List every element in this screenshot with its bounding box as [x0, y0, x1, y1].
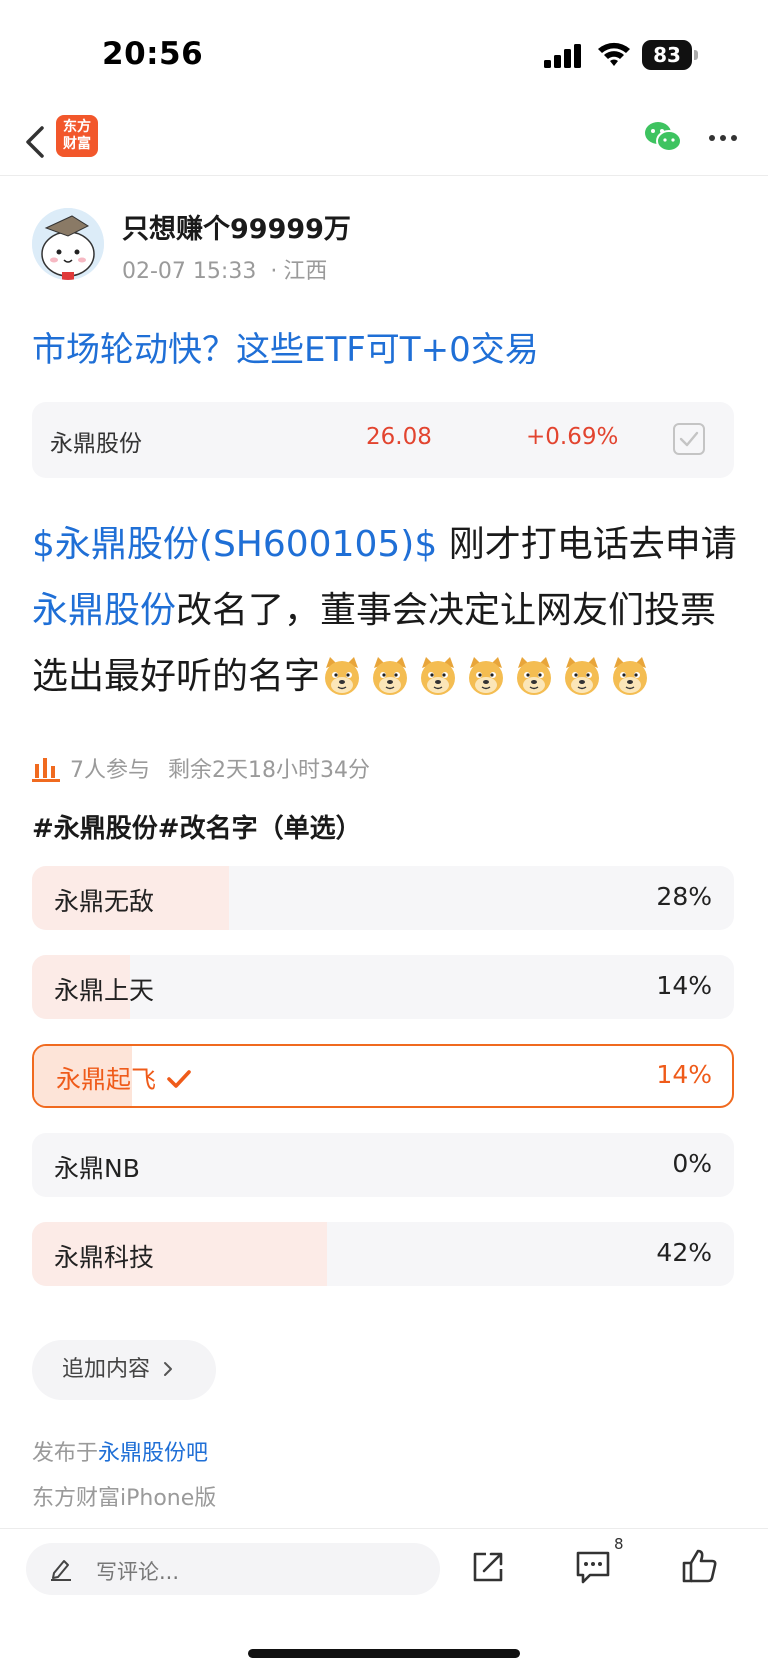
poll-meta: 7人参与 剩余2天18小时34分 — [32, 752, 370, 783]
stock-name: 永鼎股份 — [50, 431, 142, 457]
poll-option-label: 永鼎NB — [54, 1154, 140, 1183]
poll-option-label-text: 永鼎起飞 — [56, 1065, 157, 1094]
comment-placeholder: 写评论... — [96, 1560, 180, 1584]
doge-emoji — [320, 654, 364, 698]
poll-option[interactable]: 永鼎科技 42% — [32, 1222, 734, 1286]
poll-option-percent: 28% — [656, 882, 712, 911]
share-icon[interactable] — [470, 1549, 506, 1585]
comment-input[interactable]: 写评论... — [26, 1543, 440, 1595]
forum-link[interactable]: 永鼎股份吧 — [98, 1441, 208, 1466]
comment-icon[interactable] — [574, 1549, 612, 1585]
status-time: 20:56 — [102, 36, 204, 72]
chevron-right-icon — [164, 1362, 173, 1376]
poll-option[interactable]: 永鼎无敌 28% — [32, 866, 734, 930]
avatar[interactable] — [32, 208, 104, 280]
back-icon[interactable] — [22, 120, 50, 164]
check-icon — [167, 1070, 191, 1088]
battery-icon: 83 — [642, 40, 698, 70]
doge-emoji — [512, 654, 556, 698]
doge-emoji — [368, 654, 412, 698]
app-logo: 东方 财富 — [56, 115, 98, 157]
doge-emoji — [608, 654, 652, 698]
poll-option[interactable]: 永鼎上天 14% — [32, 955, 734, 1019]
doge-emoji — [560, 654, 604, 698]
bars-icon — [32, 758, 60, 782]
battery-level: 83 — [642, 40, 692, 70]
logo-text-line1: 东方 — [63, 119, 91, 135]
home-indicator — [248, 1649, 520, 1658]
stock-tag-link[interactable]: $永鼎股份(SH600105)$ — [32, 524, 437, 565]
post-location: 江西 — [283, 259, 328, 284]
comment-count: 8 — [614, 1535, 624, 1553]
poll-option-label: 永鼎无敌 — [54, 887, 155, 916]
poll-title: #永鼎股份#改名字（单选） — [32, 814, 362, 844]
poll-option-label: 永鼎起飞 — [56, 1060, 192, 1096]
poll-remaining: 剩余2天18小时34分 — [168, 758, 370, 783]
post-title[interactable]: 市场轮动快？这些ETF可T+0交易 — [32, 322, 539, 371]
poll-option-percent: 14% — [656, 971, 712, 1000]
stock-change: +0.69% — [526, 424, 619, 450]
post-meta: 02-07 15:33 · 江西 — [122, 259, 328, 284]
wechat-icon[interactable] — [644, 120, 682, 154]
stock-mention-link[interactable]: 永鼎股份 — [32, 590, 176, 631]
emoji-row — [320, 645, 656, 711]
wifi-icon — [598, 42, 630, 66]
poll-participants: 7人参与 — [70, 758, 150, 783]
pen-icon — [51, 1560, 71, 1581]
logo-text-line2: 财富 — [63, 136, 91, 152]
poll-option-label: 永鼎上天 — [54, 976, 155, 1005]
append-content-button[interactable]: 追加内容 — [32, 1340, 216, 1400]
poll-option-label: 永鼎科技 — [54, 1243, 155, 1272]
cellular-signal-icon — [544, 44, 581, 68]
doge-emoji — [464, 654, 508, 698]
add-watchlist-icon[interactable] — [672, 422, 706, 456]
nav-bar: 东方 财富 — [0, 110, 768, 176]
post-body: $永鼎股份(SH600105)$ 刚才打电话去申请永鼎股份改名了，董事会决定让网… — [32, 512, 738, 711]
poll-option-selected[interactable]: 永鼎起飞 14% — [32, 1044, 734, 1108]
author-name[interactable]: 只想赚个99999万 — [122, 207, 351, 246]
bottom-bar: 写评论... 8 — [0, 1528, 768, 1669]
body-text-1: 刚才打电话去申请 — [437, 524, 737, 565]
stock-card[interactable]: 永鼎股份 26.08 +0.69% — [32, 402, 734, 478]
avatar-image — [32, 208, 104, 280]
poll-option[interactable]: 永鼎NB 0% — [32, 1133, 734, 1197]
published-in: 发布于永鼎股份吧 — [32, 1435, 208, 1467]
append-content-label: 追加内容 — [62, 1357, 151, 1382]
poll-option-percent: 0% — [672, 1149, 712, 1178]
poll-option-percent: 42% — [656, 1238, 712, 1267]
stock-price: 26.08 — [366, 424, 432, 450]
client-source: 东方财富iPhone版 — [32, 1486, 217, 1511]
like-icon[interactable] — [680, 1547, 718, 1585]
poll-option-percent: 14% — [656, 1060, 712, 1089]
doge-emoji — [416, 654, 460, 698]
status-bar: 20:56 83 — [0, 0, 768, 110]
more-icon[interactable] — [708, 134, 738, 142]
published-prefix: 发布于 — [32, 1441, 99, 1466]
post-date: 02-07 15:33 — [122, 259, 257, 284]
